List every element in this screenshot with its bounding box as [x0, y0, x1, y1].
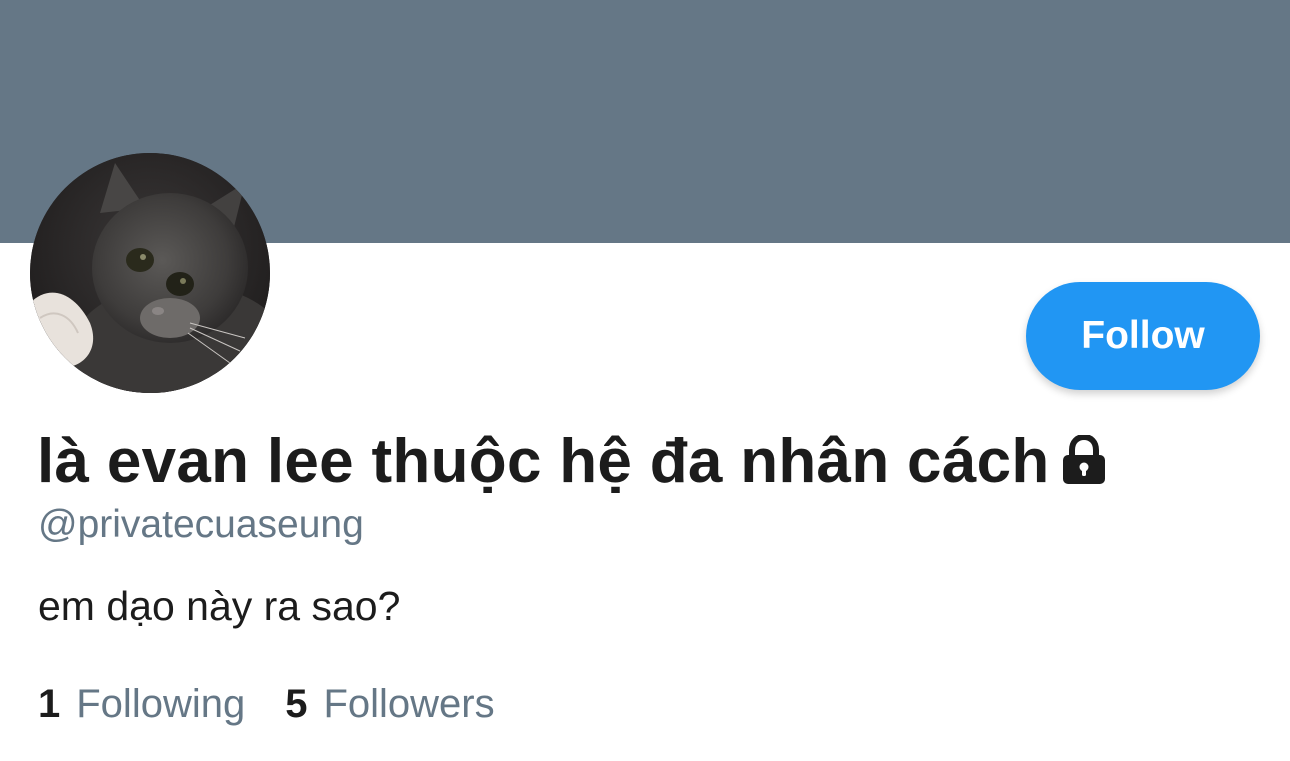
lock-icon: [1060, 433, 1108, 485]
follow-button[interactable]: Follow: [1026, 282, 1260, 390]
following-count: 1: [38, 682, 61, 726]
display-name-row: là evan lee thuộc hệ đa nhân cách: [37, 426, 1108, 497]
profile-page: Follow là evan lee thuộc hệ đa nhân cách…: [0, 0, 1290, 761]
avatar[interactable]: [30, 153, 270, 393]
username-handle: @privatecuaseung: [38, 503, 364, 546]
following-stat[interactable]: 1 Following: [38, 682, 245, 727]
profile-stats: 1 Following 5 Followers: [38, 682, 495, 727]
followers-label: Followers: [323, 682, 495, 726]
cat-avatar-image: [30, 153, 270, 393]
display-name: là evan lee thuộc hệ đa nhân cách: [37, 427, 1050, 496]
followers-stat[interactable]: 5 Followers: [285, 682, 494, 727]
following-label: Following: [76, 682, 246, 726]
followers-count: 5: [285, 682, 308, 726]
profile-bio: em dạo này ra sao?: [38, 583, 401, 629]
